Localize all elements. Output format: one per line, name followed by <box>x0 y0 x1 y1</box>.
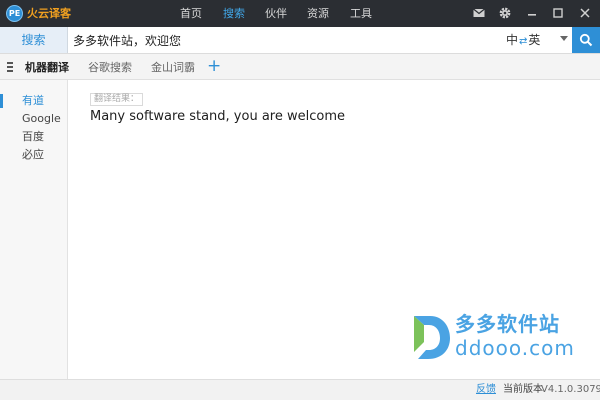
swap-icon[interactable]: ⇄ <box>519 36 527 47</box>
search-icon <box>579 33 593 47</box>
app-logo-icon: PE <box>6 5 23 22</box>
maximize-icon[interactable] <box>551 6 565 20</box>
close-icon[interactable] <box>578 6 592 20</box>
search-bar: 搜索 中⇄英 <box>0 27 600 54</box>
watermark-url: ddooo.com <box>455 336 575 360</box>
language-pair-selector[interactable]: 中⇄英 <box>506 33 540 49</box>
feedback-link[interactable]: 反馈 <box>476 384 496 396</box>
lang-to: 英 <box>528 33 541 47</box>
tab-kingsoft-dict[interactable]: 金山词霸 <box>151 61 195 74</box>
sidebar-item-youdao[interactable]: 有道 <box>0 92 67 110</box>
engine-sidebar: 有道 Google 百度 必应 <box>0 80 68 379</box>
watermark-logo-icon <box>414 316 450 359</box>
nav-tab-search[interactable]: 搜索 <box>223 7 245 20</box>
menu-icon[interactable] <box>7 62 15 72</box>
sidebar-item-baidu[interactable]: 百度 <box>0 128 67 146</box>
status-bar: 反馈 当前版本 V4.1.0.30793 <box>0 379 600 400</box>
nav-tab-tools[interactable]: 工具 <box>350 7 372 20</box>
tab-machine-translation[interactable]: 机器翻译 <box>25 61 69 74</box>
title-bar: PE 火云译客 首页 搜索 伙伴 资源 工具 <box>0 0 600 27</box>
watermark-title: 多多软件站 <box>455 312 560 336</box>
search-input[interactable] <box>70 28 490 52</box>
mail-icon[interactable] <box>472 6 486 20</box>
app-name: 火云译客 <box>27 7 71 20</box>
sidebar-item-google[interactable]: Google <box>0 110 67 128</box>
minimize-icon[interactable] <box>525 6 539 20</box>
translation-result: Many software stand, you are welcome <box>90 109 345 124</box>
engine-tabs: 机器翻译 谷歌搜索 金山词霸 + <box>0 54 600 80</box>
chevron-down-icon[interactable] <box>560 36 568 41</box>
tab-google-search[interactable]: 谷歌搜索 <box>88 61 132 74</box>
search-button[interactable] <box>572 27 600 53</box>
lang-from: 中 <box>506 33 519 47</box>
gear-icon[interactable] <box>498 6 512 20</box>
nav-tab-partners[interactable]: 伙伴 <box>265 7 287 20</box>
result-label: 翻译结果： <box>90 93 144 106</box>
nav-tab-home[interactable]: 首页 <box>180 7 202 20</box>
current-version-label: 当前版本 <box>503 384 543 395</box>
search-mode-button[interactable]: 搜索 <box>0 27 68 53</box>
add-tab-button[interactable]: + <box>207 56 221 76</box>
version-number: V4.1.0.30793 <box>541 384 600 395</box>
sidebar-item-bing[interactable]: 必应 <box>0 146 67 164</box>
watermark: 多多软件站 ddooo.com <box>408 312 578 362</box>
nav-tab-resources[interactable]: 资源 <box>307 7 329 20</box>
